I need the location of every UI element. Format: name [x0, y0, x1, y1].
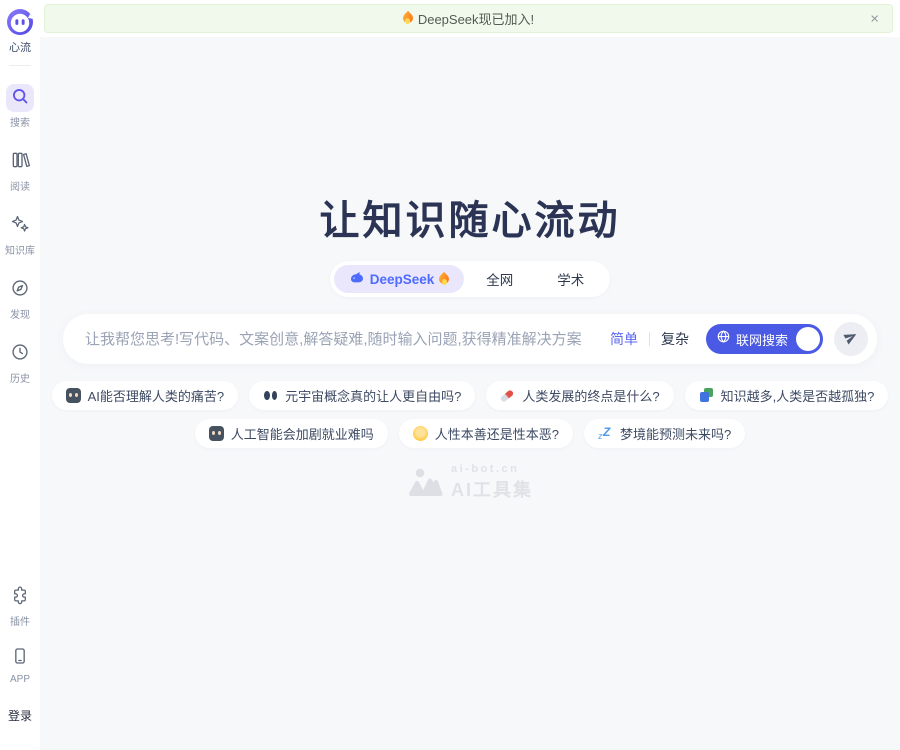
- sidebar-item-plugins[interactable]: 插件: [6, 583, 34, 628]
- search-bar: 简单 复杂 联网搜索: [63, 314, 877, 364]
- toggle-knob: [796, 327, 820, 351]
- app-logo[interactable]: [6, 8, 34, 36]
- zzz-icon: [598, 426, 613, 441]
- chip-label: 人性本善还是性本恶?: [435, 424, 559, 443]
- app-name: 心流: [9, 39, 31, 55]
- suggestion-chip[interactable]: 人类发展的终点是什么?: [486, 381, 673, 410]
- sidebar-item-reading[interactable]: 阅读: [6, 148, 34, 193]
- rocket-icon: [500, 388, 515, 403]
- sidebar-item-label: 插件: [10, 613, 30, 628]
- sidebar-item-label: 阅读: [10, 178, 30, 193]
- main-area: DeepSeek现已加入! × 让知识随心流动 DeepSeek 全网 学术: [40, 0, 900, 750]
- sidebar-item-history[interactable]: 历史: [6, 340, 34, 385]
- suggestion-chip[interactable]: 人性本善还是性本恶?: [399, 419, 573, 448]
- announcement-banner: DeepSeek现已加入! ×: [44, 4, 893, 33]
- sidebar: 心流 搜索 阅读: [0, 0, 40, 750]
- tab-label: 全网: [486, 269, 513, 289]
- sidebar-item-label: 知识库: [5, 242, 35, 257]
- suggestion-chip[interactable]: 人工智能会加剧就业难吗: [195, 419, 388, 448]
- sidebar-divider: [9, 65, 31, 66]
- sidebar-item-label: 发现: [10, 306, 30, 321]
- chip-label: 人工智能会加剧就业难吗: [231, 424, 374, 443]
- sidebar-item-discover[interactable]: 发现: [6, 276, 34, 321]
- flame-icon: [439, 273, 449, 286]
- plugin-icon: [10, 585, 30, 610]
- knowledge-icon: [10, 214, 30, 239]
- content-area: 让知识随心流动 DeepSeek 全网 学术 简单: [40, 37, 900, 750]
- phone-icon: [10, 646, 30, 671]
- banner-message: DeepSeek现已加入!: [418, 9, 534, 28]
- robot-icon: [209, 426, 224, 441]
- send-button[interactable]: [834, 322, 868, 356]
- suggestion-row-1: AI能否理解人类的痛苦? 元宇宙概念真的让人更自由吗? 人类发展的终点是什么? …: [52, 381, 889, 410]
- tab-whole-web[interactable]: 全网: [464, 265, 535, 293]
- eyes-icon: [263, 388, 278, 403]
- tab-deepseek[interactable]: DeepSeek: [334, 265, 465, 293]
- suggestion-chip[interactable]: AI能否理解人类的痛苦?: [52, 381, 239, 410]
- login-button[interactable]: 登录: [8, 707, 32, 724]
- tab-label: 学术: [557, 269, 584, 289]
- suggestion-row-2: 人工智能会加剧就业难吗 人性本善还是性本恶? 梦境能预测未来吗?: [195, 419, 745, 448]
- search-scope-tabs: DeepSeek 全网 学术: [330, 261, 611, 297]
- web-search-label: 联网搜索: [736, 330, 788, 349]
- mode-divider: [649, 332, 650, 346]
- flame-icon: [403, 12, 413, 25]
- chip-label: 知识越多,人类是否越孤独?: [721, 386, 875, 405]
- books-icon: [699, 388, 714, 403]
- suggestion-chip[interactable]: 梦境能预测未来吗?: [584, 419, 745, 448]
- chip-label: 梦境能预测未来吗?: [620, 424, 731, 443]
- paper-plane-icon: [843, 329, 859, 350]
- reader-icon: [10, 150, 30, 175]
- watermark-title: AI工具集: [451, 476, 533, 502]
- sidebar-item-knowledge-base[interactable]: 知识库: [5, 212, 35, 257]
- compass-icon: [10, 278, 30, 303]
- sidebar-item-search[interactable]: 搜索: [6, 84, 34, 129]
- aibot-logo-icon: [407, 467, 443, 498]
- watermark: ai-bot.cn AI工具集: [407, 463, 533, 502]
- sidebar-item-label: 搜索: [10, 114, 30, 129]
- tab-label: DeepSeek: [370, 272, 435, 287]
- chip-label: 元宇宙概念真的让人更自由吗?: [285, 386, 461, 405]
- chip-label: AI能否理解人类的痛苦?: [88, 386, 225, 405]
- search-input[interactable]: [85, 331, 610, 348]
- search-icon: [10, 86, 30, 111]
- sidebar-bottom-group: 插件 APP 登录: [6, 583, 34, 750]
- sidebar-item-app[interactable]: APP: [6, 644, 34, 685]
- page-title: 让知识随心流动: [320, 197, 621, 245]
- suggestion-chip[interactable]: 元宇宙概念真的让人更自由吗?: [249, 381, 475, 410]
- mode-complex-button[interactable]: 复杂: [661, 329, 689, 349]
- sidebar-item-label: 历史: [10, 370, 30, 385]
- suggestion-chip[interactable]: 知识越多,人类是否越孤独?: [685, 381, 889, 410]
- web-search-toggle[interactable]: 联网搜索: [706, 324, 823, 354]
- baby-icon: [413, 426, 428, 441]
- history-icon: [10, 342, 30, 367]
- robot-icon: [66, 388, 81, 403]
- tab-academic[interactable]: 学术: [535, 265, 606, 293]
- watermark-url: ai-bot.cn: [451, 463, 533, 475]
- whale-icon: [349, 270, 365, 289]
- mode-simple-button[interactable]: 简单: [610, 329, 638, 349]
- smiley-logo-icon: [6, 8, 34, 36]
- sidebar-item-label: APP: [10, 674, 30, 685]
- close-icon[interactable]: ×: [870, 11, 879, 26]
- globe-icon: [716, 329, 731, 349]
- chip-label: 人类发展的终点是什么?: [522, 386, 659, 405]
